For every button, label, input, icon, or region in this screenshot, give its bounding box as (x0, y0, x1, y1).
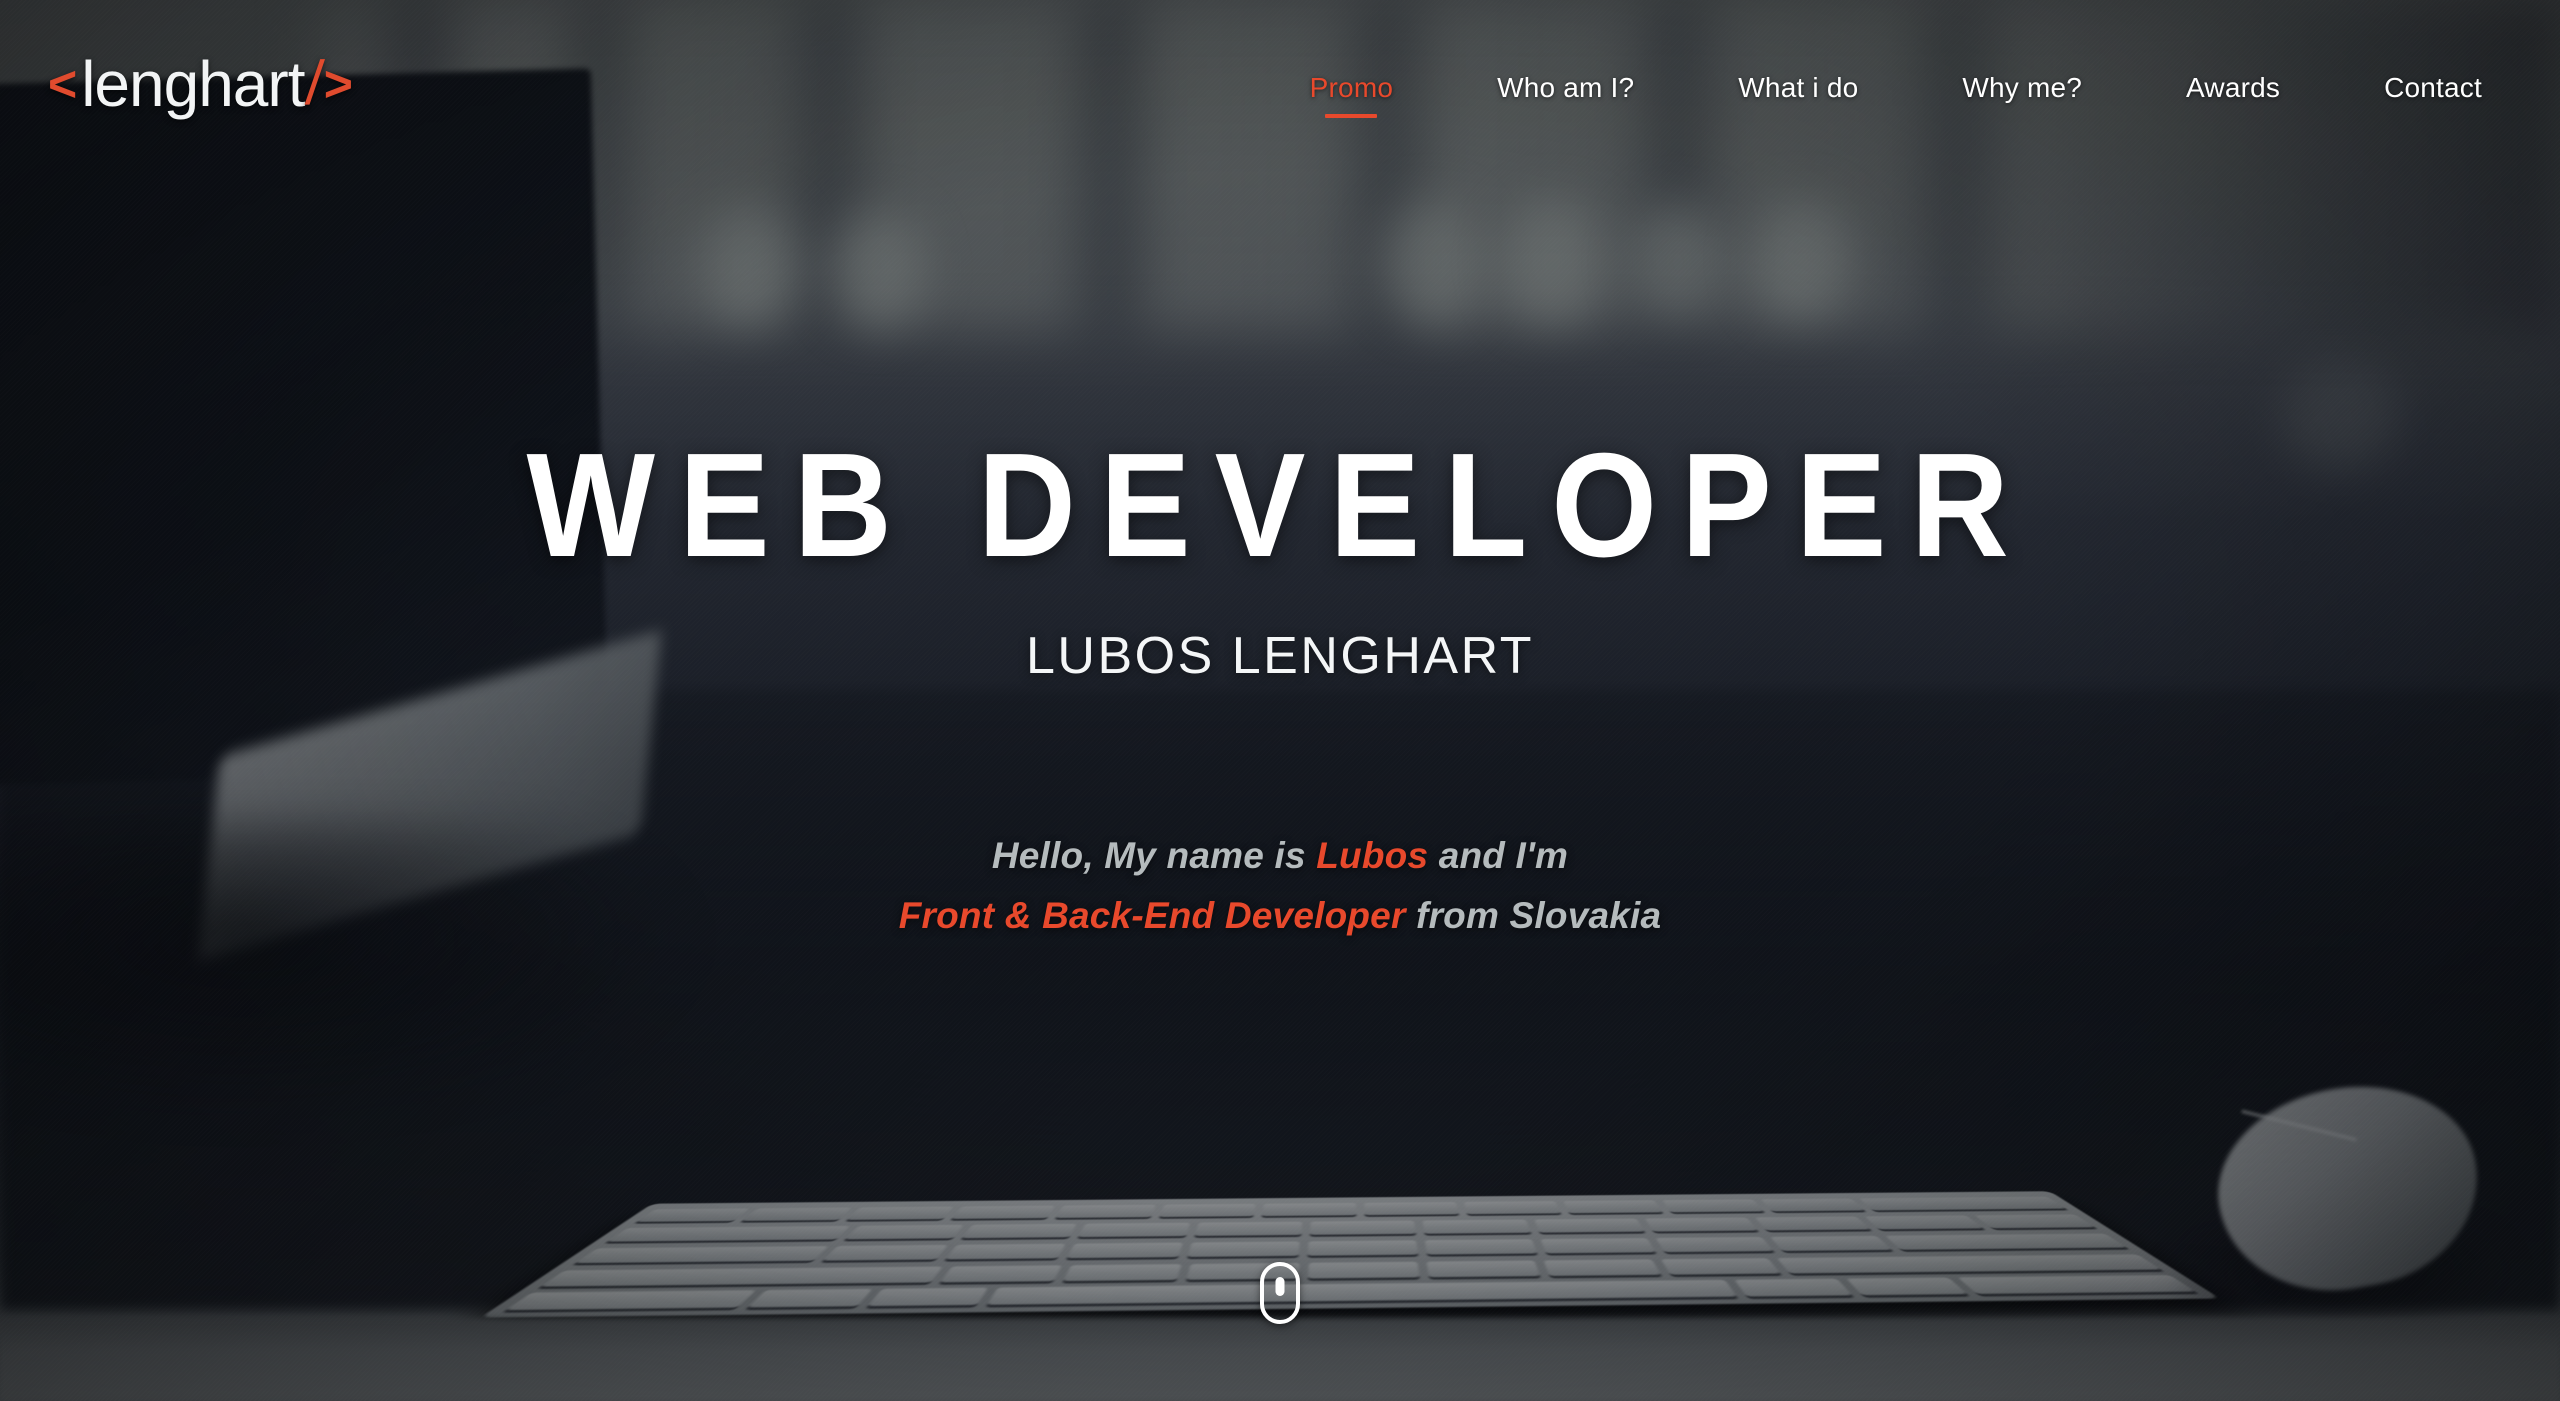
hero-tagline-line-2: Front & Back-End Developer from Slovakia (899, 886, 1662, 946)
logo-bracket-right-icon: > (323, 56, 353, 112)
site-logo[interactable]: < lenghart / > (48, 48, 353, 120)
nav-item-contact[interactable]: Contact (2384, 72, 2482, 118)
scroll-down-mouse-icon[interactable] (1260, 1262, 1300, 1324)
logo-text: lenghart (81, 48, 305, 120)
logo-bracket-left-icon: < (48, 56, 78, 112)
hero-tagline-line-1: Hello, My name is Lubos and I'm (899, 826, 1662, 886)
tagline-line1-highlight: Lubos (1316, 835, 1429, 876)
nav-item-awards[interactable]: Awards (2186, 72, 2280, 118)
hero-subtitle: LUBOS LENGHART (1026, 627, 1534, 685)
tagline-line2-part2: from Slovakia (1405, 894, 1662, 936)
tagline-line1-part2: and I'm (1428, 835, 1569, 876)
tagline-line2-highlight: Front & Back-End Developer (898, 894, 1406, 936)
page-title: WEB DEVELOPER (526, 423, 2034, 588)
nav-item-promo[interactable]: Promo (1310, 72, 1393, 118)
scroll-wheel-icon (1275, 1277, 1285, 1296)
hero-content: WEB DEVELOPER LUBOS LENGHART Hello, My n… (0, 0, 2560, 1401)
nav-item-what-i-do[interactable]: What i do (1738, 72, 1858, 118)
logo-slash-icon: / (304, 49, 327, 118)
hero-section: < lenghart / > Promo Who am I? What i do… (0, 0, 2560, 1401)
main-navigation: Promo Who am I? What i do Why me? Awards… (1310, 72, 2482, 118)
hero-tagline: Hello, My name is Lubos and I'm Front & … (899, 826, 1662, 946)
nav-item-why-me[interactable]: Why me? (1962, 72, 2082, 118)
site-header: < lenghart / > Promo Who am I? What i do… (0, 0, 2560, 190)
nav-item-who-am-i[interactable]: Who am I? (1497, 72, 1634, 118)
tagline-line1-part1: Hello, My name is (991, 835, 1317, 876)
